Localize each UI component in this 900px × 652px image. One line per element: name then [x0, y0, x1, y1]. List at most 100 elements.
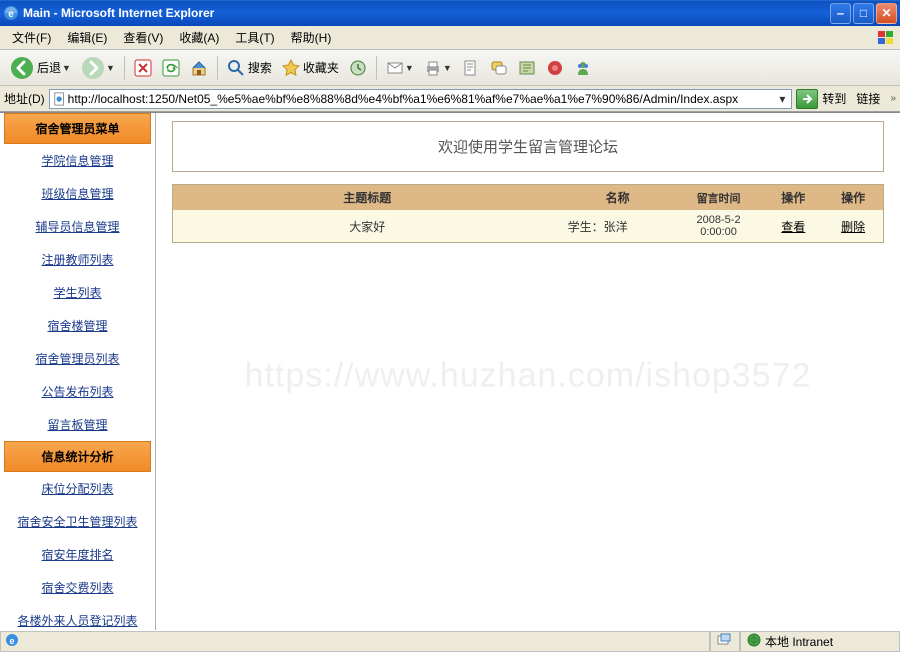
messenger-button[interactable] — [570, 54, 596, 82]
menu-bar: 文件(F) 编辑(E) 查看(V) 收藏(A) 工具(T) 帮助(H) — [0, 26, 900, 50]
icon-button-1[interactable] — [542, 54, 568, 82]
links-label[interactable]: 链接 — [850, 90, 886, 107]
mail-icon — [386, 59, 404, 77]
back-icon — [10, 56, 34, 80]
col-name: 名称 — [562, 185, 674, 210]
cell-time: 2008-5-2 0:00:00 — [674, 210, 764, 242]
status-left: e — [0, 631, 710, 652]
page-icon — [52, 91, 68, 107]
back-label: 后退 — [37, 59, 61, 76]
popup-icon — [717, 633, 731, 650]
messenger-icon — [574, 59, 592, 77]
sidebar-item[interactable]: 床位分配列表 — [0, 472, 155, 505]
status-zone: 本地 Intranet — [740, 631, 900, 652]
col-op1: 操作 — [763, 185, 823, 210]
search-button[interactable]: 搜索 — [223, 54, 276, 82]
sidebar-item[interactable]: 学生列表 — [0, 276, 155, 309]
links-chevron-icon[interactable]: » — [890, 93, 896, 104]
sidebar: 宿舍管理员菜单 学院信息管理 班级信息管理 辅导员信息管理 注册教师列表 学生列… — [0, 113, 156, 630]
sidebar-item[interactable]: 宿舍管理员列表 — [0, 342, 155, 375]
table-header-row: 主题标题 名称 留言时间 操作 操作 — [173, 185, 883, 210]
menu-tools[interactable]: 工具(T) — [227, 27, 282, 48]
misc-icon — [546, 59, 564, 77]
sidebar-item[interactable]: 班级信息管理 — [0, 177, 155, 210]
toolbar-separator — [376, 56, 377, 80]
sidebar-item[interactable]: 宿舍交费列表 — [0, 571, 155, 604]
history-button[interactable] — [345, 54, 371, 82]
status-zone-label: 本地 Intranet — [765, 633, 833, 650]
ie-icon: e — [3, 5, 19, 21]
menu-favorites[interactable]: 收藏(A) — [171, 27, 227, 48]
menu-file[interactable]: 文件(F) — [4, 27, 59, 48]
go-label: 转到 — [822, 90, 846, 107]
main-panel: 欢迎使用学生留言管理论坛 主题标题 名称 留言时间 操作 操作 大家好 学生：张… — [156, 113, 900, 630]
search-label: 搜索 — [248, 59, 272, 76]
chevron-down-icon: ▼ — [405, 63, 414, 73]
stop-button[interactable] — [130, 54, 156, 82]
windows-flag-icon — [876, 28, 896, 48]
refresh-button[interactable] — [158, 54, 184, 82]
svg-text:e: e — [9, 636, 14, 646]
go-button[interactable] — [796, 89, 818, 109]
refresh-icon — [162, 59, 180, 77]
sidebar-item[interactable]: 宿舍楼管理 — [0, 309, 155, 342]
window-minimize-button[interactable]: ‒ — [830, 3, 851, 24]
cell-delete: 删除 — [823, 210, 883, 242]
sidebar-header-1: 宿舍管理员菜单 — [4, 113, 151, 144]
research-button[interactable] — [514, 54, 540, 82]
mail-button[interactable]: ▼ — [382, 54, 418, 82]
sidebar-item[interactable]: 学院信息管理 — [0, 144, 155, 177]
window-maximize-button[interactable]: □ — [853, 3, 874, 24]
watermark: https://www.huzhan.com/ishop3572 — [245, 356, 812, 395]
col-time: 留言时间 — [674, 185, 764, 210]
menu-view[interactable]: 查看(V) — [115, 27, 171, 48]
status-bar: e 本地 Intranet — [0, 630, 900, 652]
sidebar-item[interactable]: 宿安年度排名 — [0, 538, 155, 571]
view-link[interactable]: 查看 — [781, 220, 805, 234]
window-close-button[interactable]: ✕ — [876, 3, 897, 24]
favorites-button[interactable]: 收藏夹 — [278, 54, 343, 82]
print-button[interactable]: ▼ — [420, 54, 456, 82]
sidebar-item[interactable]: 注册教师列表 — [0, 243, 155, 276]
menu-help[interactable]: 帮助(H) — [283, 27, 340, 48]
delete-link[interactable]: 删除 — [841, 220, 865, 234]
sidebar-header-2: 信息统计分析 — [4, 441, 151, 472]
chevron-down-icon: ▼ — [62, 63, 71, 73]
stop-icon — [134, 59, 152, 77]
toolbar-separator — [217, 56, 218, 80]
search-icon — [227, 59, 245, 77]
address-input[interactable] — [68, 92, 776, 106]
page-content: 宿舍管理员菜单 学院信息管理 班级信息管理 辅导员信息管理 注册教师列表 学生列… — [0, 112, 900, 630]
back-button[interactable]: 后退 ▼ — [6, 54, 75, 82]
discuss-button[interactable] — [486, 54, 512, 82]
address-bar: 地址(D) ▾ 转到 链接 » — [0, 86, 900, 112]
svg-text:e: e — [8, 9, 14, 20]
chevron-down-icon: ▼ — [106, 63, 115, 73]
panel-title: 欢迎使用学生留言管理论坛 — [172, 121, 884, 172]
sidebar-item[interactable]: 宿舍安全卫生管理列表 — [0, 505, 155, 538]
address-dropdown-icon[interactable]: ▾ — [775, 92, 789, 106]
home-button[interactable] — [186, 54, 212, 82]
print-icon — [424, 59, 442, 77]
forward-icon — [81, 56, 105, 80]
forward-button[interactable]: ▼ — [77, 54, 119, 82]
address-input-wrap[interactable]: ▾ — [49, 89, 793, 109]
sidebar-item[interactable]: 辅导员信息管理 — [0, 210, 155, 243]
sidebar-item[interactable]: 各楼外来人员登记列表 — [0, 604, 155, 630]
cell-topic: 大家好 — [173, 210, 562, 242]
table-row: 大家好 学生：张洋 2008-5-2 0:00:00 查看 删除 — [173, 210, 883, 242]
home-icon — [190, 59, 208, 77]
window-titlebar: e Main - Microsoft Internet Explorer ‒ □… — [0, 0, 900, 26]
menu-edit[interactable]: 编辑(E) — [59, 27, 115, 48]
window-title: Main - Microsoft Internet Explorer — [23, 6, 830, 20]
sidebar-item[interactable]: 公告发布列表 — [0, 375, 155, 408]
edit-button[interactable] — [458, 54, 484, 82]
history-icon — [349, 59, 367, 77]
toolbar-separator — [124, 56, 125, 80]
sidebar-item[interactable]: 留言板管理 — [0, 408, 155, 441]
star-icon — [282, 59, 300, 77]
col-topic: 主题标题 — [173, 185, 562, 210]
research-icon — [518, 59, 536, 77]
message-table: 主题标题 名称 留言时间 操作 操作 大家好 学生：张洋 2008-5-2 0:… — [172, 184, 884, 243]
zone-icon — [747, 633, 761, 650]
